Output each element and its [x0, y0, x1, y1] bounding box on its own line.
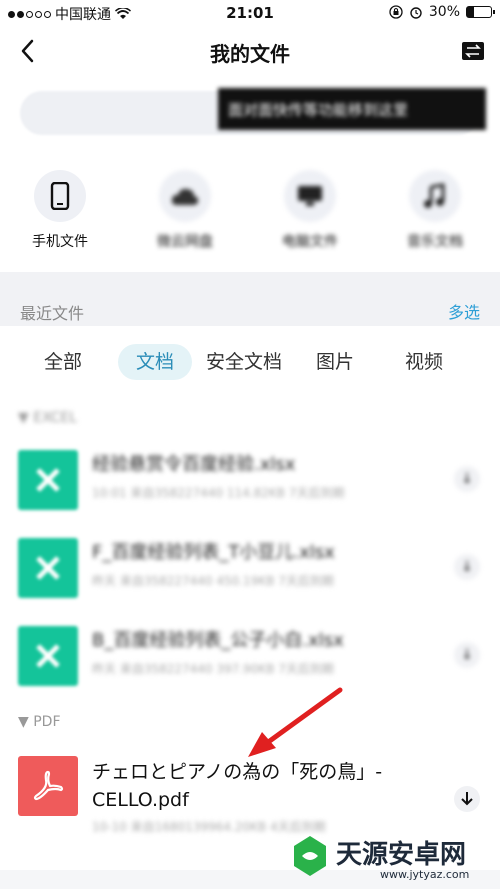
computer-icon [298, 186, 322, 206]
quick-access-row: 手机文件 微云网盘 电脑文件 音乐文档 [0, 152, 500, 272]
file-meta: 昨天 来自358227440 397.90KB 7天后到期 [92, 662, 334, 676]
excel-file-icon [18, 450, 78, 510]
tab-images[interactable]: 图片 [298, 344, 372, 380]
watermark: 天源安卓网 www.jytyaz.com [290, 830, 490, 886]
download-icon[interactable] [454, 786, 480, 812]
download-icon[interactable]: ↓ [454, 554, 480, 580]
file-name: F_百度经验列表_T小豆儿.xlsx [92, 542, 335, 563]
acrobat-icon [33, 770, 64, 801]
excel-x-icon [36, 556, 60, 580]
rotation-lock-icon [389, 5, 403, 19]
recent-header: 最近文件 多选 [0, 272, 500, 326]
phone-icon [50, 182, 70, 210]
quick-icon-circle [159, 170, 211, 222]
file-name: 经验悬赏令百度经验.xlsx [92, 454, 296, 475]
battery-fill [467, 7, 475, 17]
tab-documents[interactable]: 文档 [118, 344, 193, 380]
list-item[interactable]: 经验悬赏令百度经验.xlsx 10:01 来自358227440 114.82K… [0, 440, 500, 526]
transfer-icon[interactable] [460, 38, 486, 64]
excel-x-icon [36, 644, 60, 668]
page-title: 我的文件 [210, 42, 290, 66]
file-name: B_百度经验列表_公子小白.xlsx [92, 630, 344, 651]
status-bar: 中国联通 21:01 30% [0, 0, 500, 26]
quick-label: 电脑文件 [282, 234, 338, 250]
watermark-url: www.jytyaz.com [380, 868, 470, 881]
quick-icon-circle [409, 170, 461, 222]
list-item[interactable]: B_百度经验列表_公子小白.xlsx 昨天 来自358227440 397.90… [0, 616, 500, 702]
quick-label: 微云网盘 [157, 234, 213, 250]
feature-tooltip: 面对面快传等功能移到这里 [218, 88, 486, 130]
music-icon [424, 183, 445, 208]
excel-file-icon [18, 538, 78, 598]
download-icon[interactable]: ↓ [454, 642, 480, 668]
file-name: チェロとピアノの為の「死の鳥」- CELLO.pdf [92, 761, 383, 811]
quick-item-cloud[interactable]: 微云网盘 [140, 170, 230, 251]
group-label-excel: ▼ EXCEL [18, 410, 78, 426]
group-label-text: EXCEL [33, 410, 78, 426]
file-meta: 10:01 来自358227440 114.82KB 7天后到期 [92, 486, 345, 500]
file-meta: 昨天 来自358227440 450.19KB 7天后到期 [92, 574, 334, 588]
multi-select-button[interactable]: 多选 [448, 299, 480, 323]
alarm-icon [410, 7, 422, 19]
nav-bar: 我的文件 [0, 26, 500, 76]
recent-files-label: 最近文件 [20, 304, 85, 323]
tab-secure-documents[interactable]: 安全文档 [188, 344, 300, 380]
file-list: ▼ EXCEL 经验悬赏令百度经验.xlsx 10:01 来自358227440… [0, 394, 500, 870]
quick-icon-circle [34, 170, 86, 222]
quick-item-phone-files[interactable]: 手机文件 [15, 170, 105, 251]
group-label-pdf: ▼ PDF [18, 714, 61, 730]
group-label-text: PDF [33, 714, 61, 730]
quick-label: 音乐文档 [407, 234, 463, 250]
category-tabs: 全部 文档 安全文档 图片 视频 [0, 326, 500, 394]
watermark-text: 天源安卓网 [336, 840, 467, 870]
tab-videos[interactable]: 视频 [387, 344, 461, 380]
search-area: 面对面快传等功能移到这里 [0, 76, 500, 152]
excel-x-icon [36, 468, 60, 492]
arrow-down-icon [461, 792, 473, 806]
quick-label: 手机文件 [32, 234, 88, 250]
quick-icon-circle [284, 170, 336, 222]
quick-item-computer[interactable]: 电脑文件 [265, 170, 355, 251]
quick-item-music[interactable]: 音乐文档 [390, 170, 480, 251]
battery-icon [466, 6, 495, 18]
download-icon[interactable]: ↓ [454, 466, 480, 492]
tab-all[interactable]: 全部 [26, 344, 100, 380]
battery-percent: 30% [428, 4, 460, 20]
watermark-logo-icon [294, 836, 326, 876]
cloud-icon [171, 188, 199, 205]
list-item[interactable]: F_百度经验列表_T小豆儿.xlsx 昨天 来自358227440 450.19… [0, 528, 500, 614]
excel-file-icon [18, 626, 78, 686]
status-right: 30% [389, 4, 495, 20]
pdf-file-icon [18, 756, 78, 816]
